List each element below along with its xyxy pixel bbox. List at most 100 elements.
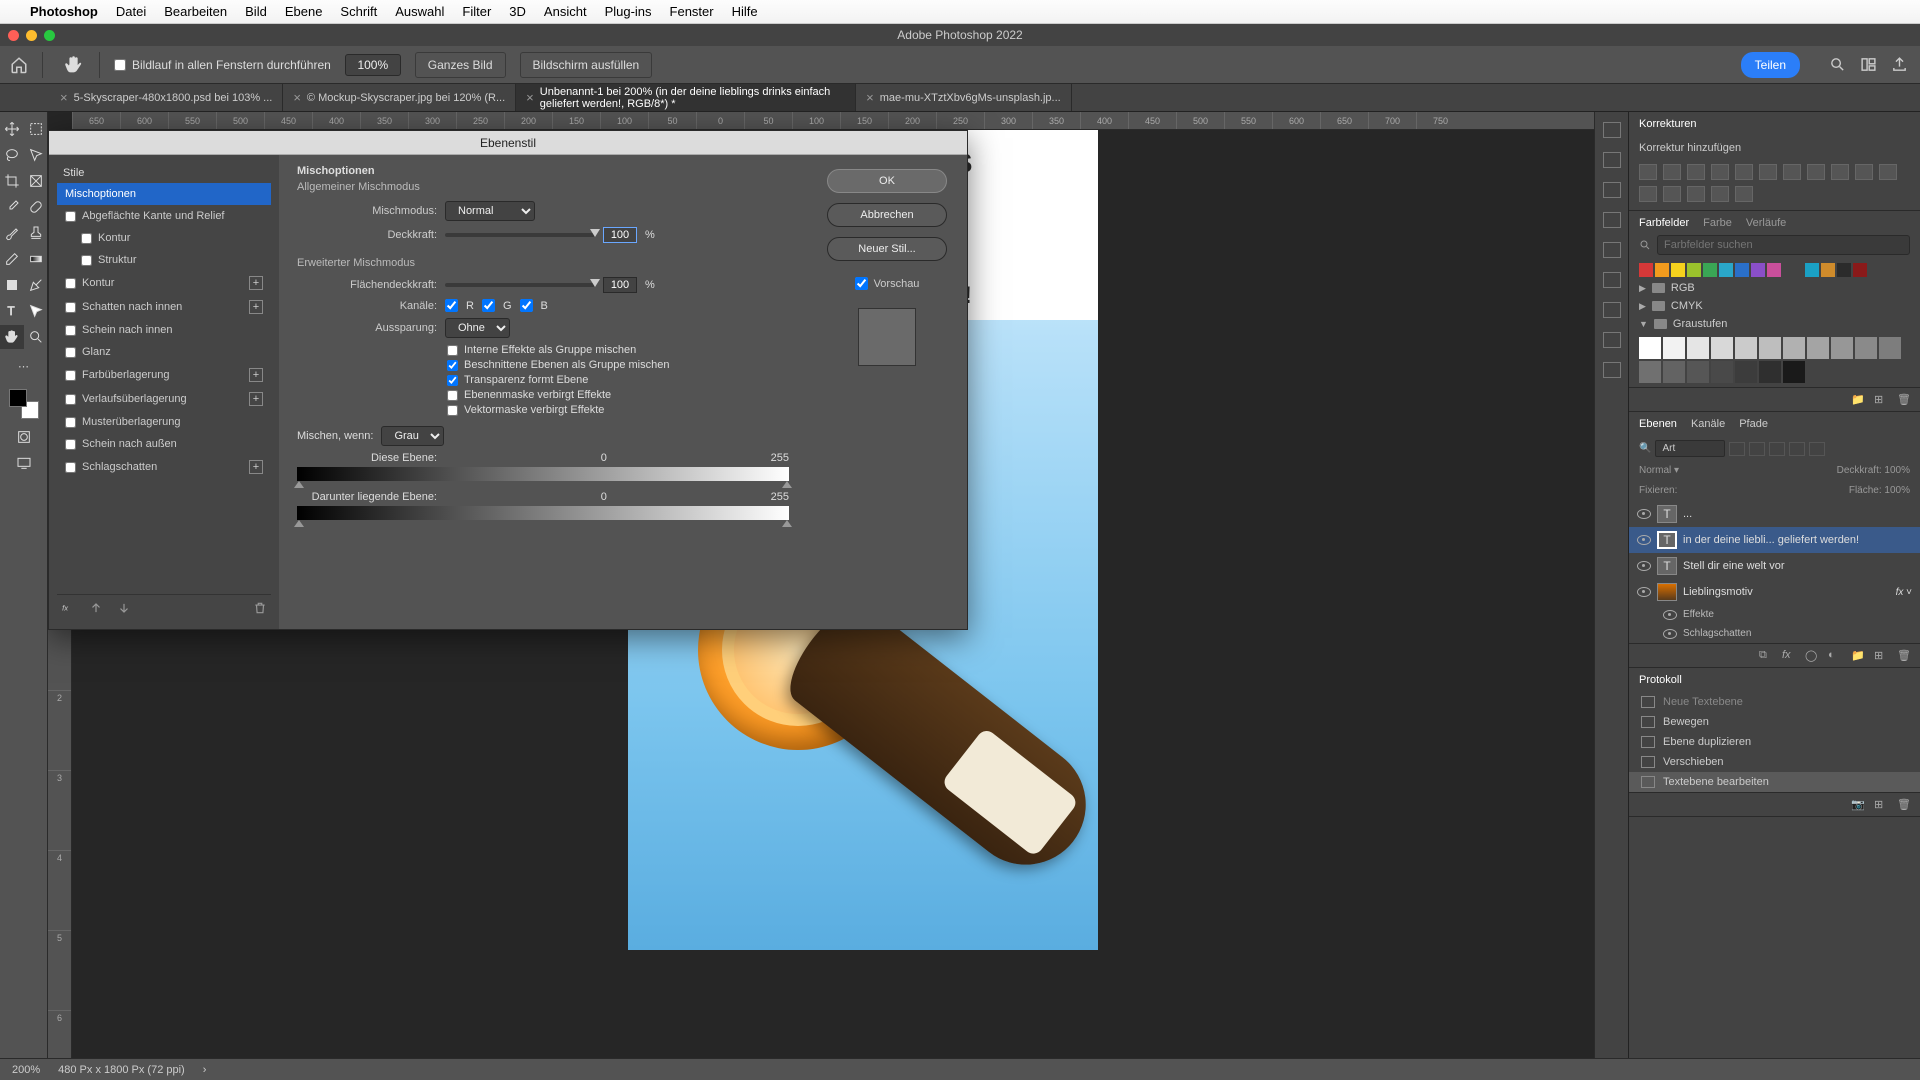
- zoom-tool[interactable]: [24, 325, 48, 349]
- home-icon[interactable]: [10, 56, 28, 74]
- opacity-slider[interactable]: [445, 233, 595, 237]
- canvas-area[interactable]: 6506005505004504003503002502001501005005…: [48, 112, 1594, 1058]
- lock-pixels-icon[interactable]: [1702, 484, 1715, 497]
- crop-tool[interactable]: [0, 169, 24, 193]
- close-tab-icon[interactable]: ×: [526, 90, 534, 105]
- ok-button[interactable]: OK: [827, 169, 947, 193]
- color-swatches[interactable]: [9, 389, 39, 419]
- fx-icon[interactable]: fx: [1782, 649, 1795, 662]
- menu-filter[interactable]: Filter: [462, 4, 491, 19]
- libraries-icon[interactable]: [1603, 332, 1621, 348]
- cancel-button[interactable]: Abbrechen: [827, 203, 947, 227]
- menu-bild[interactable]: Bild: [245, 4, 267, 19]
- info-icon[interactable]: [1603, 152, 1621, 168]
- filter-adjust-icon[interactable]: [1749, 442, 1765, 456]
- layer-style-dialog[interactable]: Ebenenstil Stile Mischoptionen Abgefläch…: [48, 130, 968, 630]
- doc-tab-3[interactable]: ×mae-mu-XTztXbv6gMs-unsplash.jp...: [856, 84, 1072, 111]
- style-kontur2[interactable]: Kontur+: [57, 271, 271, 295]
- style-struktur[interactable]: Struktur: [57, 249, 271, 271]
- new-style-button[interactable]: Neuer Stil...: [827, 237, 947, 261]
- visibility-icon[interactable]: [1637, 561, 1651, 571]
- swatch[interactable]: [1853, 263, 1867, 277]
- layer-blend-mode[interactable]: Normal: [1639, 465, 1671, 476]
- blend-when-select[interactable]: Grau: [381, 426, 444, 446]
- swatch[interactable]: [1821, 263, 1835, 277]
- threshold-icon[interactable]: [1687, 186, 1705, 202]
- curves-icon[interactable]: [1687, 164, 1705, 180]
- adjust-icon[interactable]: ◐: [1828, 649, 1841, 662]
- paths-tab[interactable]: Pfade: [1739, 418, 1768, 430]
- fill-input[interactable]: [603, 277, 637, 293]
- swatch[interactable]: [1735, 337, 1757, 359]
- layer-effect-dropshadow[interactable]: Schlagschatten: [1629, 624, 1920, 643]
- move-tool[interactable]: [0, 117, 24, 141]
- screen-mode[interactable]: [12, 451, 36, 475]
- add-icon[interactable]: +: [249, 460, 263, 474]
- trash-icon[interactable]: 🗑: [1897, 649, 1910, 662]
- healing-tool[interactable]: [24, 195, 48, 219]
- channel-r[interactable]: [445, 299, 458, 312]
- eyedropper-tool[interactable]: [0, 195, 24, 219]
- swatch[interactable]: [1711, 337, 1733, 359]
- lock-transparent-icon[interactable]: [1683, 484, 1696, 497]
- filter-smart-icon[interactable]: [1809, 442, 1825, 456]
- history-item-4[interactable]: Textebene bearbeiten: [1629, 772, 1920, 792]
- photofilter-icon[interactable]: [1831, 164, 1849, 180]
- type-tool[interactable]: T: [0, 299, 24, 323]
- histogram-icon[interactable]: [1603, 122, 1621, 138]
- scroll-all-windows[interactable]: Bildlauf in allen Fenstern durchführen: [114, 58, 331, 72]
- swatch[interactable]: [1639, 337, 1661, 359]
- swatch[interactable]: [1837, 263, 1851, 277]
- layer-name[interactable]: Stell dir eine welt vor: [1683, 560, 1785, 572]
- doc-tab-2[interactable]: ×Unbenannt-1 bei 200% (in der deine lieb…: [516, 84, 856, 111]
- menu-hilfe[interactable]: Hilfe: [732, 4, 758, 19]
- swatch[interactable]: [1687, 337, 1709, 359]
- fx-icon[interactable]: fx: [61, 601, 75, 615]
- link-icon[interactable]: ⧉: [1759, 649, 1772, 662]
- swatch[interactable]: [1767, 263, 1781, 277]
- filter-pixel-icon[interactable]: [1729, 442, 1745, 456]
- layer-row-3[interactable]: Lieblingsmotivfx ˅: [1629, 579, 1920, 605]
- layer-name[interactable]: in der deine liebli... geliefert werden!: [1683, 534, 1859, 546]
- menu-ebene[interactable]: Ebene: [285, 4, 323, 19]
- add-icon[interactable]: +: [249, 276, 263, 290]
- lasso-tool[interactable]: [0, 143, 24, 167]
- new-folder-icon[interactable]: 📁: [1851, 393, 1864, 406]
- visibility-icon[interactable]: [1663, 629, 1677, 639]
- glyphs-icon[interactable]: [1603, 302, 1621, 318]
- trash-icon[interactable]: 🗑: [1897, 393, 1910, 406]
- swatch[interactable]: [1671, 263, 1685, 277]
- style-color-overlay[interactable]: Farbüberlagerung+: [57, 363, 271, 387]
- swatch[interactable]: [1751, 263, 1765, 277]
- swatch[interactable]: [1759, 337, 1781, 359]
- maximize-window[interactable]: [44, 30, 55, 41]
- hand-tool-icon[interactable]: [63, 54, 85, 76]
- menu-fenster[interactable]: Fenster: [670, 4, 714, 19]
- workspace-icon[interactable]: [1860, 56, 1877, 73]
- bw-icon[interactable]: [1807, 164, 1825, 180]
- layer-row-2[interactable]: TStell dir eine welt vor: [1629, 553, 1920, 579]
- stamp-tool[interactable]: [24, 221, 48, 245]
- lock-position-icon[interactable]: [1721, 484, 1734, 497]
- swatch[interactable]: [1735, 361, 1757, 383]
- cmyk-group[interactable]: ▶CMYK: [1629, 297, 1920, 315]
- adjustments-tab[interactable]: Korrekturen: [1639, 118, 1696, 130]
- menu-datei[interactable]: Datei: [116, 4, 146, 19]
- add-icon[interactable]: +: [249, 392, 263, 406]
- menu-ansicht[interactable]: Ansicht: [544, 4, 587, 19]
- swatch[interactable]: [1783, 337, 1805, 359]
- visibility-icon[interactable]: [1637, 587, 1651, 597]
- brightness-icon[interactable]: [1639, 164, 1657, 180]
- actions-icon[interactable]: [1603, 362, 1621, 378]
- mac-menubar[interactable]: Photoshop Datei Bearbeiten Bild Ebene Sc…: [0, 0, 1920, 24]
- swatches-tab[interactable]: Farbfelder: [1639, 217, 1689, 229]
- gray-group[interactable]: ▼Graustufen: [1629, 315, 1920, 333]
- visibility-icon[interactable]: [1663, 610, 1677, 620]
- lookup-icon[interactable]: [1879, 164, 1897, 180]
- channelmixer-icon[interactable]: [1855, 164, 1873, 180]
- status-doc-info[interactable]: 480 Px x 1800 Px (72 ppi): [58, 1064, 185, 1076]
- swatch[interactable]: [1687, 361, 1709, 383]
- close-tab-icon[interactable]: ×: [293, 90, 301, 105]
- add-icon[interactable]: +: [249, 368, 263, 382]
- history-item-2[interactable]: Ebene duplizieren: [1629, 732, 1920, 752]
